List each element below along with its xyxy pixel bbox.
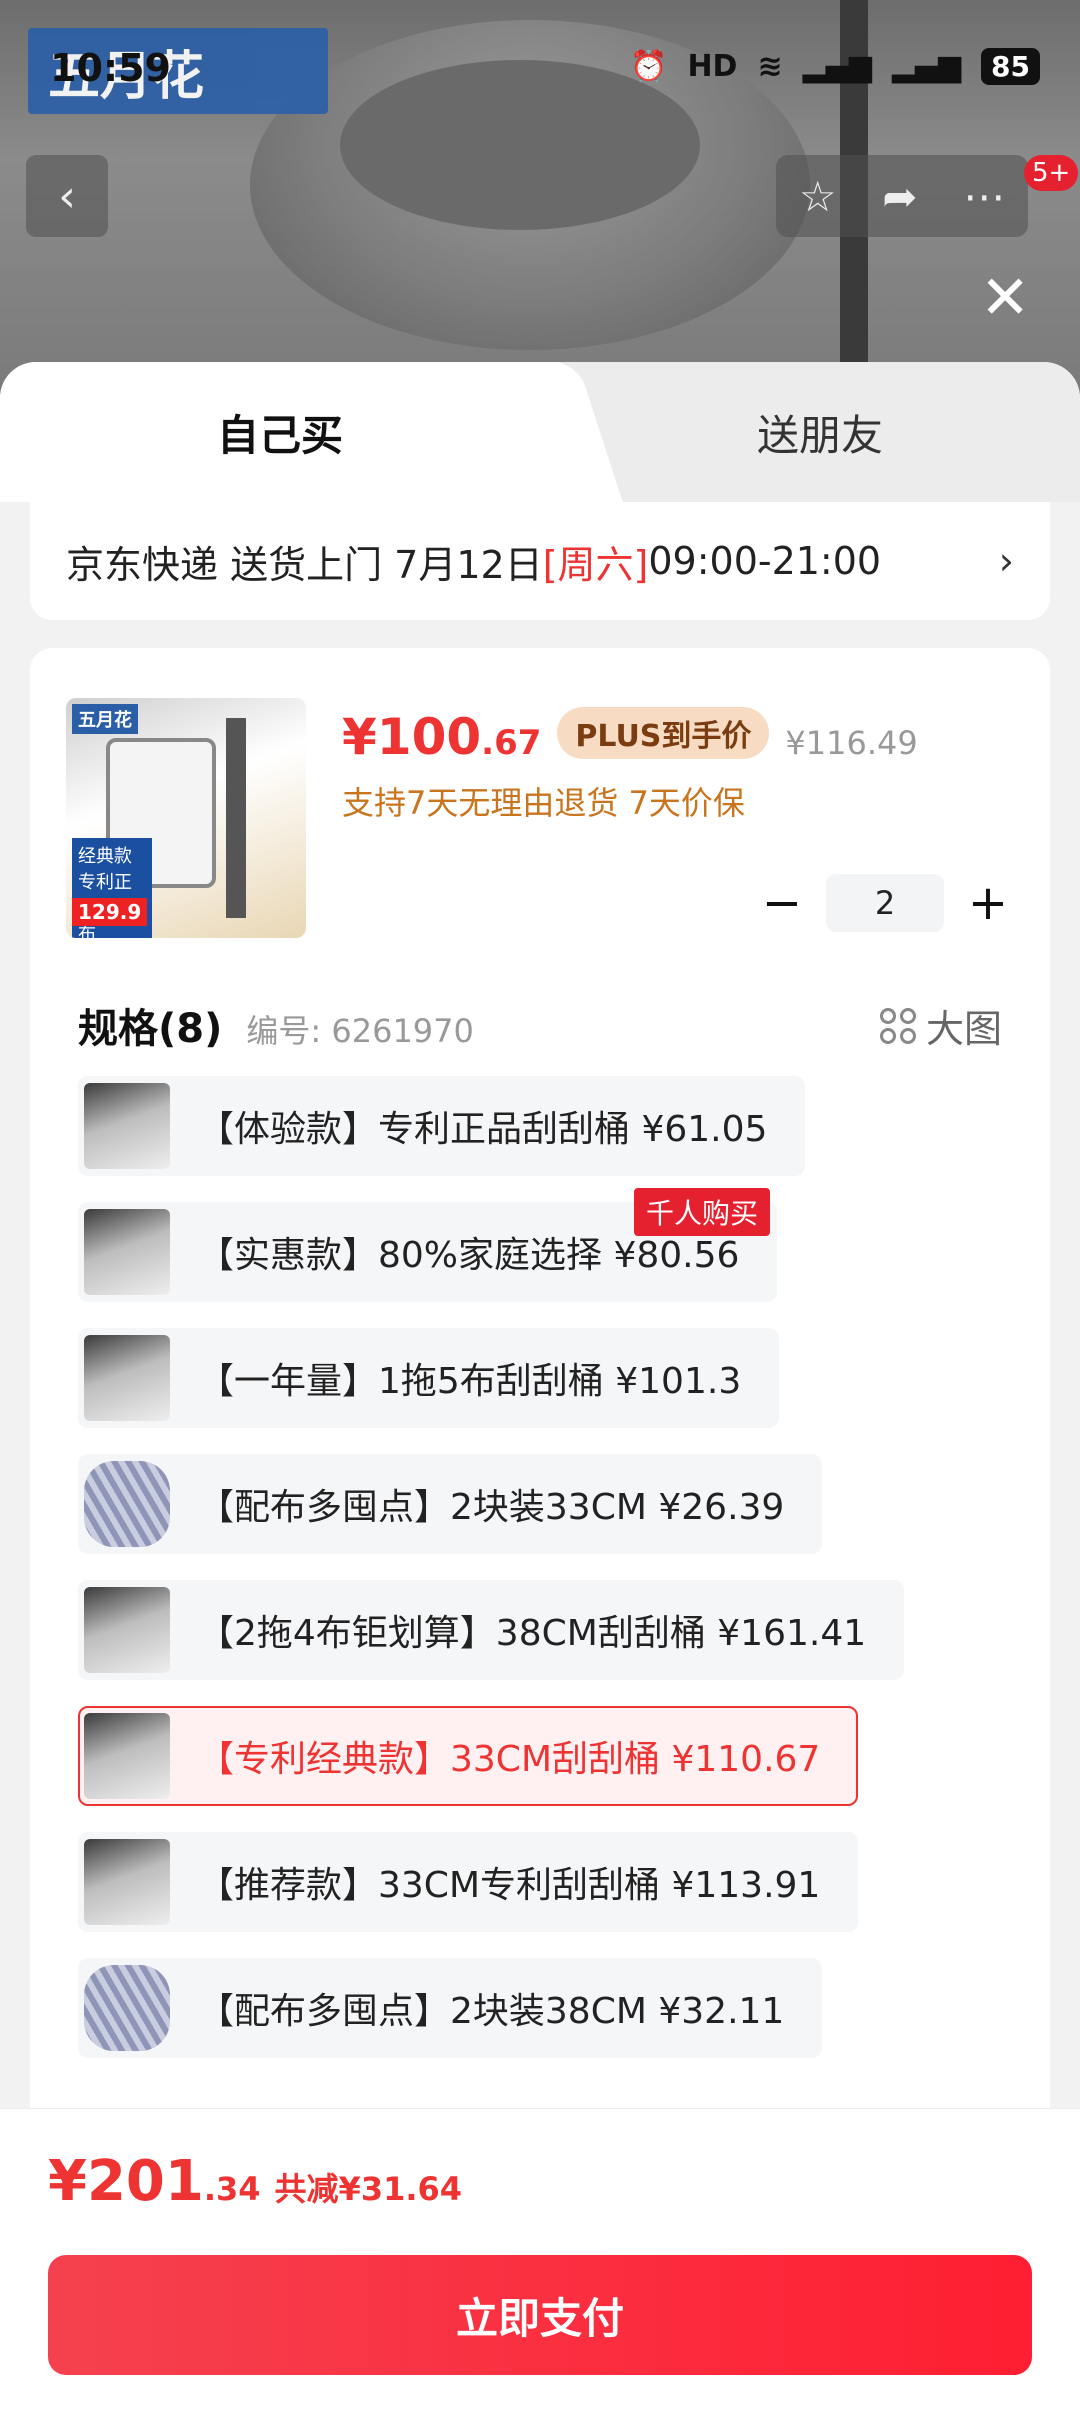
5g-signal-icon: ▂▄▆ (891, 49, 962, 84)
delivery-prefix: 京东快递 送货上门 7月12日 (66, 542, 543, 587)
current-price: ¥100.67 (342, 708, 542, 766)
message-badge: 5+ (1024, 155, 1079, 191)
delivery-day: [周六] (542, 542, 649, 587)
option-image (84, 1461, 170, 1547)
spec-header: 规格(8) 编号: 6261970 (78, 996, 474, 1054)
option-image (84, 1839, 170, 1925)
tab-self-buy[interactable]: 自己买 (0, 362, 560, 502)
thumb-mop (226, 718, 246, 918)
delivery-time: 09:00-21:00 (648, 539, 882, 583)
header-actions: ☆ ➦ ⋯ (776, 155, 1028, 237)
chevron-right-icon: › (998, 539, 1014, 583)
option-label: 【配布多囤点】2块装33CM ¥26.39 (198, 1487, 785, 1528)
bucket-inner-image (340, 60, 700, 230)
total-discount: 共减¥31.64 (274, 2170, 463, 2208)
option-label: 【专利经典款】33CM刮刮桶 ¥110.67 (198, 1739, 821, 1780)
thumb-logo: 五月花 (72, 704, 138, 734)
more-icon[interactable]: ⋯ (963, 172, 1005, 221)
pay-now-button[interactable]: 立即支付 (48, 2255, 1032, 2375)
option-label: 【一年量】1拖5布刮刮桶 ¥101.3 (198, 1361, 742, 1402)
5g-signal-icon: ▂▄▆ (802, 49, 872, 84)
spec-option[interactable]: 【配布多囤点】2块装38CM ¥32.11 (78, 1958, 823, 2058)
purchase-tabs: 自己买 送朋友 (0, 362, 1080, 502)
price-row: ¥100.67 PLUS到手价 ¥116.49 (342, 707, 918, 767)
plus-price-tag: PLUS到手价 (557, 707, 770, 759)
big-image-label: 大图 (925, 1007, 1002, 1051)
tab-gift-friend[interactable]: 送朋友 (560, 362, 1080, 502)
spec-option[interactable]: 【2拖4布钜划算】38CM刮刮桶 ¥161.41 (78, 1580, 905, 1680)
hot-badge: 千人购买 (634, 1188, 771, 1236)
product-code: 编号: 6261970 (246, 1012, 474, 1050)
tab-gift-friend-label: 送朋友 (756, 410, 883, 460)
spec-option[interactable]: 【配布多囤点】2块装33CM ¥26.39 (78, 1454, 823, 1554)
spec-option-selected[interactable]: 【专利经典款】33CM刮刮桶 ¥110.67 (78, 1706, 859, 1806)
thumb-price: 129.9 (72, 898, 148, 926)
option-image (84, 1083, 170, 1169)
option-label: 【配布多囤点】2块装38CM ¥32.11 (198, 1991, 785, 2032)
close-icon[interactable]: ✕ (980, 268, 1030, 328)
quantity-value[interactable]: 2 (826, 874, 944, 932)
option-image (84, 1335, 170, 1421)
product-thumbnail[interactable]: 五月花 经典款 专利正品 1拖2布 129.9 (66, 698, 306, 938)
decrease-button[interactable]: − (756, 875, 808, 931)
total-main: ¥201 (48, 2149, 204, 2214)
wifi-icon: ≋ (757, 49, 783, 84)
option-image (84, 1209, 170, 1295)
option-label: 【2拖4布钜划算】38CM刮刮桶 ¥161.41 (198, 1613, 867, 1654)
increase-button[interactable]: + (962, 875, 1014, 931)
spec-option[interactable]: 【体验款】专利正品刮刮桶 ¥61.05 (78, 1076, 806, 1176)
option-image (84, 1713, 170, 1799)
chevron-left-icon: ‹ (58, 170, 76, 222)
alarm-icon: ⏰ (630, 49, 668, 84)
hd-icon: HD (687, 49, 738, 84)
original-price: ¥116.49 (785, 724, 918, 762)
total-decimal: .34 (203, 2170, 261, 2208)
checkout-footer: ¥201.34 共减¥31.64 立即支付 (0, 2108, 1080, 2412)
back-button[interactable]: ‹ (26, 155, 108, 237)
grid-icon (879, 1007, 916, 1044)
spec-option[interactable]: 【推荐款】33CM专利刮刮桶 ¥113.91 (78, 1832, 859, 1932)
delivery-info[interactable]: 京东快递 送货上门 7月12日 [周六] 09:00-21:00 › (30, 502, 1050, 620)
status-time: 10:59 (50, 46, 171, 90)
big-image-button[interactable]: 大图 (879, 998, 1002, 1053)
spec-title: 规格(8) (78, 1006, 223, 1052)
total-price: ¥201.34 共减¥31.64 (48, 2149, 462, 2214)
quantity-stepper: − 2 + (756, 874, 1014, 932)
option-image (84, 1965, 170, 2051)
service-tags: 支持7天无理由退货 7天价保 (342, 784, 745, 822)
battery-icon: 85 (981, 48, 1040, 85)
purchase-sheet: 自己买 送朋友 京东快递 送货上门 7月12日 [周六] 09:00-21:00… (0, 362, 1080, 2412)
tab-self-buy-label: 自己买 (216, 410, 343, 460)
option-image (84, 1587, 170, 1673)
spec-option[interactable]: 【一年量】1拖5布刮刮桶 ¥101.3 (78, 1328, 780, 1428)
option-label: 【体验款】专利正品刮刮桶 ¥61.05 (198, 1109, 768, 1150)
star-icon[interactable]: ☆ (799, 172, 837, 221)
share-icon[interactable]: ➦ (882, 172, 917, 221)
status-icons: ⏰ HD ≋ ▂▄▆ ▂▄▆ 85 (630, 48, 1040, 85)
option-label: 【推荐款】33CM专利刮刮桶 ¥113.91 (198, 1865, 821, 1906)
